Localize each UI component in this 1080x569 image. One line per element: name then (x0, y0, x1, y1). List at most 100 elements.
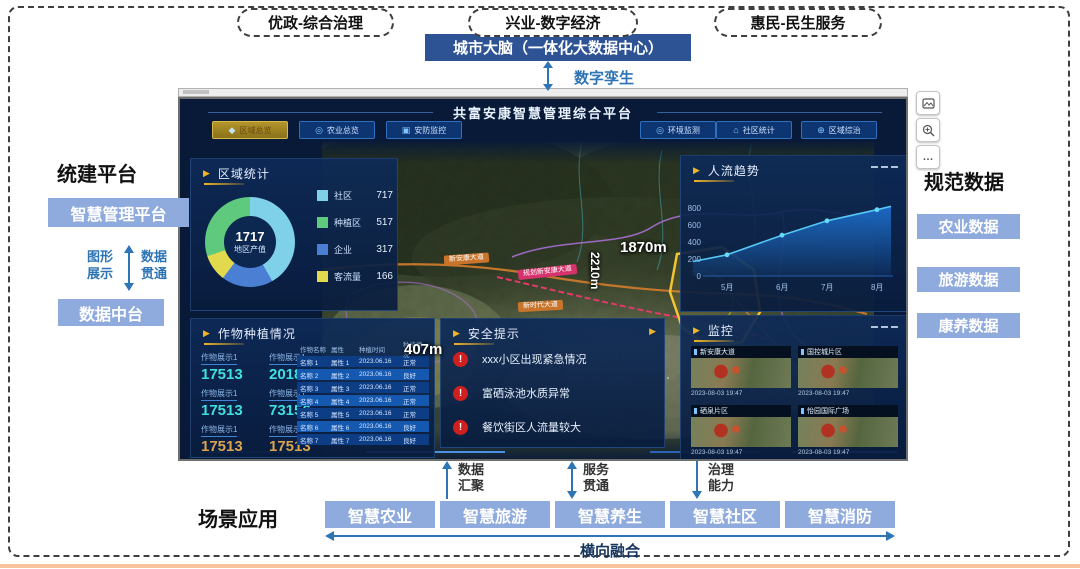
camera-pin-icon (801, 349, 804, 355)
monitor-panel: ▶监控 新安康大道2023-08-03 19:47 国控城片区2023-08-0… (680, 315, 907, 460)
crop-stat: 作物展示117513 (201, 347, 265, 383)
camera-timestamp: 2023-08-03 19:47 (691, 449, 791, 456)
data-point (780, 233, 785, 238)
table-cell: 名称 7 (297, 435, 331, 445)
scan-icon: ◎ (656, 125, 664, 136)
nav-tab-security-monitor[interactable]: ▣安防监控 (386, 121, 462, 139)
table-cell: 2023.06.16 (359, 397, 403, 404)
app-box-agriculture: 智慧农业 (325, 501, 435, 528)
legend-swatch (317, 217, 328, 228)
title-underline (694, 340, 734, 342)
table-cell: 良好 (403, 435, 427, 445)
table-cell: 属性 1 (331, 357, 359, 367)
region-stats-panel: ▶区域统计 1717 地区产值 社区717 种植区517 企业317 客流量16… (190, 158, 398, 311)
stat-value: 17513 (201, 438, 265, 455)
elevation-label-2210: 2210m (588, 252, 602, 289)
alert-item[interactable]: !xxx小区出现紧急情况 (453, 351, 587, 367)
flow-trend-panel: ▶人流趋势 800 600 400 200 0 5月 6月 7月 8月 (680, 155, 907, 312)
legend-item: 客流量166 (317, 270, 393, 283)
title-underline (454, 343, 494, 345)
globe-icon: ⊕ (817, 125, 825, 136)
camera-feed[interactable]: 国控城片区2023-08-03 19:47 (798, 346, 898, 401)
crop-stat: 作物展示117513 (201, 419, 265, 455)
app-box-community: 智慧社区 (670, 501, 780, 528)
image-tool-button[interactable] (916, 91, 940, 115)
camera-image (798, 358, 898, 388)
nav-tab-agriculture-overview[interactable]: ◎ 农业总览 (299, 121, 375, 139)
legend-item: 企业317 (317, 243, 393, 256)
nav-tab-region-overview[interactable]: ◆区域总览 (212, 121, 288, 139)
nav-tab-environment-monitor[interactable]: ◎环境监测 (640, 121, 716, 139)
camera-feed[interactable]: 新安康大道2023-08-03 19:47 (691, 346, 791, 401)
table-cell: 2023.06.16 (359, 410, 403, 417)
table-cell: 2023.06.16 (359, 358, 403, 365)
legend-value: 317 (376, 244, 393, 255)
dashboard-title: 共富安康智慧管理综合平台 (180, 103, 906, 122)
table-cell: 名称 5 (297, 409, 331, 419)
data-middle-platform-box: 数据中台 (58, 299, 164, 326)
title-underline (204, 183, 244, 185)
camera-feed[interactable]: 硒泉片区 2023-08-03 19:47 (691, 405, 791, 460)
window-titlebar-text (183, 90, 209, 94)
table-cell: 正常 (403, 383, 427, 393)
bottom-row-title: 场景应用 (198, 503, 278, 532)
camera-pin-icon (694, 408, 697, 414)
legend-swatch (317, 190, 328, 201)
governance-capacity-label: 治理能力 (708, 462, 736, 495)
panel-title: 作物种植情况 (218, 325, 296, 342)
panel-deco-dashes (871, 326, 898, 328)
table-cell: 名称 3 (297, 383, 331, 393)
tourism-data-box: 旅游数据 (917, 267, 1020, 292)
app-box-tourism: 智慧旅游 (440, 501, 550, 528)
table-row: 名称 3属性 32023.06.16正常 (297, 382, 429, 393)
app-box-wellness: 智慧养生 (555, 501, 665, 528)
pill-livelihood: 惠民-民生服务 (714, 8, 882, 37)
nav-tab-region-governance[interactable]: ⊕ 区域综治 (801, 121, 877, 139)
camera-feed[interactable]: 怡园国际广场2023-08-03 19:47 (798, 405, 898, 460)
flow-trend-chart (681, 156, 908, 313)
dashboard-screenshot: 共富安康智慧管理综合平台 ◆区域总览 ◎ 农业总览 ▣安防监控 ◎环境监测 ⌂社区… (178, 97, 908, 461)
legend-label: 客流量 (334, 270, 376, 283)
security-alerts-panel: ▶安全提示 ▶ !xxx小区出现紧急情况 !富硒泳池水质异常 !餐饮街区人流量较… (440, 318, 665, 448)
alert-icon: ! (453, 386, 468, 401)
crop-planting-panel: ▶作物种植情况 作物展示117513 作物展示120186 作物展示117513… (190, 318, 435, 458)
pill-economy: 兴业-数字经济 (468, 8, 638, 37)
table-cell: 属性 6 (331, 422, 359, 432)
more-tool-button[interactable]: … (916, 145, 940, 169)
zoom-in-icon (922, 124, 935, 137)
table-cell: 名称 2 (297, 370, 331, 380)
stat-value: 17513 (201, 402, 265, 419)
legend-swatch (317, 244, 328, 255)
legend-value: 517 (376, 217, 393, 228)
table-cell: 正常 (403, 396, 427, 406)
nav-tab-community-stats[interactable]: ⌂社区统计 (716, 121, 792, 139)
legend-label: 种植区 (334, 216, 376, 229)
down-arrow-icon (691, 461, 703, 499)
image-icon (922, 97, 935, 110)
camera-name: 硒泉片区 (700, 406, 728, 416)
left-vertical-double-arrow-icon (122, 245, 136, 291)
legend-item: 社区717 (317, 189, 393, 202)
scan-icon: ◎ (315, 125, 323, 136)
legend-value: 166 (376, 271, 393, 282)
table-row: 名称 6属性 62023.06.16良好 (297, 421, 429, 432)
column-header: 种植时间 (359, 344, 403, 354)
panel-title: 区域统计 (218, 165, 270, 182)
pill-governance: 优政-综合治理 (237, 8, 394, 37)
table-cell: 正常 (403, 409, 427, 419)
table-row: 名称 4属性 42023.06.16正常 (297, 395, 429, 406)
left-column-title: 统建平台 (57, 158, 137, 187)
camera-image (691, 358, 791, 388)
alert-item[interactable]: !餐饮街区人流量较大 (453, 419, 581, 435)
camera-timestamp: 2023-08-03 19:47 (691, 390, 791, 397)
column-header: 属性 (331, 344, 359, 354)
data-point (725, 252, 730, 257)
nav-label: 农业总览 (327, 125, 359, 136)
table-cell: 属性 4 (331, 396, 359, 406)
alert-item[interactable]: !富硒泳池水质异常 (453, 385, 570, 401)
zoom-in-tool-button[interactable] (916, 118, 940, 142)
table-cell: 良好 (403, 422, 427, 432)
triangle-icon: ▶ (203, 168, 211, 179)
legend-label: 社区 (334, 189, 376, 202)
nav-label: 区域综治 (829, 125, 861, 136)
